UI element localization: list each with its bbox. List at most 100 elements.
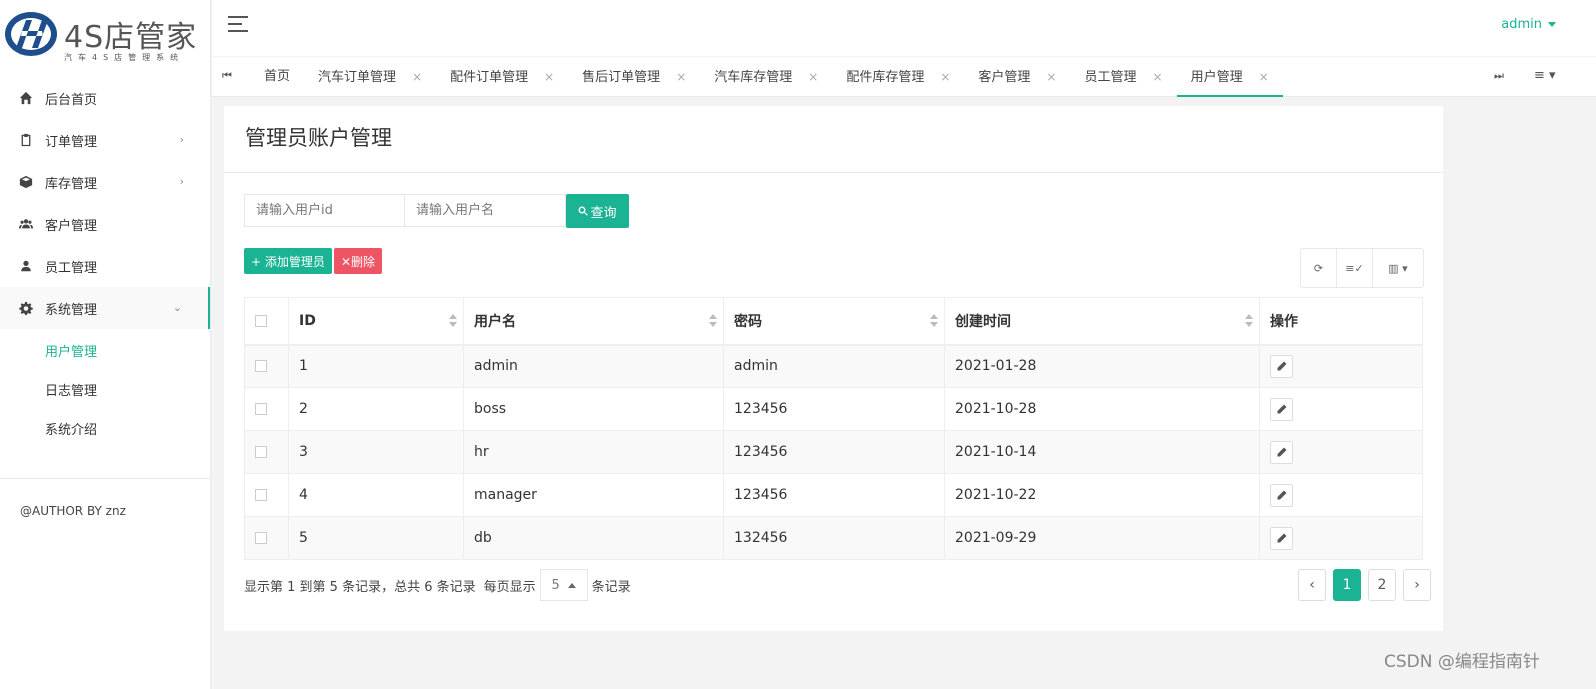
clipboard-icon xyxy=(18,132,34,148)
per-page-suffix: 条记录 xyxy=(591,579,631,595)
sidebar-item-label: 客户管理 xyxy=(45,218,98,234)
sidebar-item-label: 订单管理 xyxy=(45,134,98,150)
close-icon[interactable]: × xyxy=(1153,70,1163,84)
tab-aftersale-orders[interactable]: 售后订单管理 × xyxy=(568,57,700,97)
column-label: 密码 xyxy=(734,313,762,330)
page-button-2[interactable]: 2 xyxy=(1368,569,1396,601)
username-input[interactable] xyxy=(405,194,566,227)
tab-parts-inventory[interactable]: 配件库存管理 × xyxy=(832,57,964,97)
submenu-item-logs[interactable]: 日志管理 xyxy=(0,372,210,411)
close-icon[interactable]: × xyxy=(1259,70,1269,84)
tab-label: 客户管理 xyxy=(978,70,1031,85)
close-icon[interactable]: × xyxy=(544,70,554,84)
cell-actions xyxy=(1259,344,1423,388)
close-icon[interactable]: × xyxy=(808,70,818,84)
column-label: ID xyxy=(299,312,316,329)
column-header-id[interactable]: ID xyxy=(288,297,464,346)
tab-list: 首页 汽车订单管理 × 配件订单管理 × 售后订单管理 × 汽车库存管理 × 配件库存管… xyxy=(250,57,1283,97)
tab-car-inventory[interactable]: 汽车库存管理 × xyxy=(700,57,832,97)
sidebar-item-customers[interactable]: 客户管理 xyxy=(0,203,210,245)
cell-username: hr xyxy=(463,430,724,474)
close-icon[interactable]: × xyxy=(940,70,950,84)
page-button-1[interactable]: 1 xyxy=(1333,569,1361,601)
add-admin-button[interactable]: + 添加管理员 xyxy=(244,248,332,274)
column-header-created[interactable]: 创建时间 xyxy=(944,297,1260,346)
tab-customers[interactable]: 客户管理 × xyxy=(964,57,1070,97)
column-label: 创建时间 xyxy=(955,313,1011,330)
table-row[interactable]: 5 db 132456 2021-09-29 xyxy=(244,516,1423,560)
tab-options-icon[interactable]: ≡ ▾ xyxy=(1534,68,1556,83)
author-credit: @AUTHOR BY znz xyxy=(20,504,126,518)
pencil-icon xyxy=(1277,404,1286,414)
columns-icon[interactable]: ▥ ▾ xyxy=(1373,249,1423,287)
edit-button[interactable] xyxy=(1270,526,1293,550)
user-id-input[interactable] xyxy=(244,194,405,227)
app-logo[interactable]: 4S店管家 汽车4S店管理系统 xyxy=(0,0,211,68)
submenu-item-about[interactable]: 系统介绍 xyxy=(0,411,210,450)
tab-label: 配件库存管理 xyxy=(846,70,925,85)
sidebar-item-orders[interactable]: 订单管理 › xyxy=(0,119,210,161)
close-icon[interactable]: × xyxy=(676,70,686,84)
edit-button[interactable] xyxy=(1270,440,1293,464)
pencil-icon xyxy=(1277,490,1286,500)
home-icon xyxy=(18,90,34,106)
sidebar-item-system[interactable]: 系统管理 ⌄ xyxy=(0,287,210,329)
close-icon[interactable]: × xyxy=(1046,70,1056,84)
column-label: 用户名 xyxy=(474,313,516,330)
row-checkbox[interactable] xyxy=(255,532,267,544)
cell-id: 1 xyxy=(288,344,464,388)
tab-home[interactable]: 首页 xyxy=(250,57,304,97)
logo-mark-icon xyxy=(5,12,57,56)
sidebar-item-home[interactable]: 后台首页 xyxy=(0,77,210,119)
tab-users[interactable]: 用户管理 × xyxy=(1176,57,1283,97)
watermark: CSDN @编程指南针 xyxy=(1384,652,1540,672)
tab-car-orders[interactable]: 汽车订单管理 × xyxy=(304,57,436,97)
table-row[interactable]: 3 hr 123456 2021-10-14 xyxy=(244,430,1423,474)
row-checkbox[interactable] xyxy=(255,360,267,373)
row-checkbox[interactable] xyxy=(255,446,267,458)
tab-scroll-left-icon[interactable]: ⏮ xyxy=(222,69,232,83)
column-header-password[interactable]: 密码 xyxy=(723,297,945,346)
edit-button[interactable] xyxy=(1270,354,1293,378)
pencil-icon xyxy=(1277,447,1286,457)
tab-scroll-right-icon[interactable]: ⏭ xyxy=(1494,69,1504,83)
tab-label: 首页 xyxy=(264,69,291,84)
cell-password: 132456 xyxy=(723,516,945,560)
prev-page-button[interactable]: ‹ xyxy=(1298,569,1326,601)
record-summary: 显示第 1 到第 5 条记录，总共 6 条记录 xyxy=(244,579,476,595)
pencil-icon xyxy=(1277,533,1286,543)
main-panel: 管理员账户管理 查询 + 添加管理员 ✕删除 ⟳ ≡✓ ▥ ▾ ID 用户名 密… xyxy=(224,106,1443,631)
sidebar: 4S店管家 汽车4S店管理系统 后台首页 订单管理 › 库存管理 › 客户管理 … xyxy=(0,0,211,689)
search-button[interactable]: 查询 xyxy=(566,194,629,228)
users-table: ID 用户名 密码 创建时间 操作 1 admin admin 2021-01-… xyxy=(244,297,1423,560)
tab-parts-orders[interactable]: 配件订单管理 × xyxy=(436,57,568,97)
row-checkbox[interactable] xyxy=(255,403,267,415)
tab-employees[interactable]: 员工管理 × xyxy=(1070,57,1176,97)
column-header-username[interactable]: 用户名 xyxy=(463,297,724,346)
cell-username: db xyxy=(463,516,724,560)
toggle-view-icon[interactable]: ≡✓ xyxy=(1337,249,1373,287)
page-size-select[interactable]: 5 xyxy=(539,569,588,601)
table-row[interactable]: 1 admin admin 2021-01-28 xyxy=(244,344,1423,388)
row-checkbox[interactable] xyxy=(255,489,267,501)
user-dropdown[interactable]: admin xyxy=(1501,17,1556,32)
row-select-cell xyxy=(244,516,289,560)
submenu-item-users[interactable]: 用户管理 xyxy=(0,333,210,372)
gear-icon xyxy=(18,300,34,316)
table-row[interactable]: 2 boss 123456 2021-10-28 xyxy=(244,387,1423,431)
delete-button[interactable]: ✕删除 xyxy=(334,248,383,274)
sort-icon xyxy=(449,314,457,328)
edit-button[interactable] xyxy=(1270,483,1293,507)
menu-toggle-icon[interactable] xyxy=(228,16,248,34)
table-row[interactable]: 4 manager 123456 2021-10-22 xyxy=(244,473,1423,517)
tab-label: 配件订单管理 xyxy=(450,70,529,85)
next-page-button[interactable]: › xyxy=(1403,569,1431,601)
sidebar-item-employees[interactable]: 员工管理 xyxy=(0,245,210,287)
select-all-checkbox[interactable] xyxy=(255,314,267,327)
cell-password: 123456 xyxy=(723,430,945,474)
caret-up-icon xyxy=(567,582,576,588)
refresh-icon[interactable]: ⟳ xyxy=(1301,249,1337,287)
sidebar-item-inventory[interactable]: 库存管理 › xyxy=(0,161,210,203)
close-icon[interactable]: × xyxy=(412,70,422,84)
edit-button[interactable] xyxy=(1270,397,1293,421)
